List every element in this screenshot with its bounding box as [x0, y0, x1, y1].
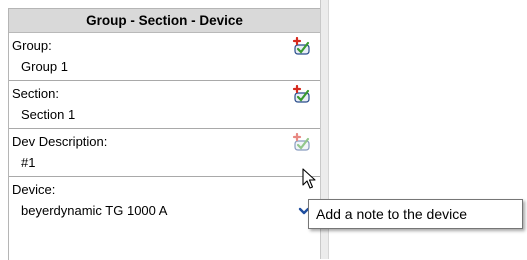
add-note-icon[interactable] — [292, 37, 312, 57]
dev-description-field: Dev Description: #1 — [9, 129, 320, 177]
device-field: Device: beyerdynamic TG 1000 A — [9, 177, 320, 225]
add-note-icon[interactable] — [292, 85, 312, 105]
section-label: Section: — [12, 86, 59, 101]
group-section-device-panel: Group - Section - Device Group: Group 1 … — [8, 8, 320, 260]
tooltip: Add a note to the device — [308, 199, 523, 229]
section-value[interactable]: Section 1 — [21, 107, 75, 122]
section-field: Section: Section 1 — [9, 81, 320, 129]
group-value[interactable]: Group 1 — [21, 59, 68, 74]
dev-description-value[interactable]: #1 — [21, 155, 35, 170]
panel-header: Group - Section - Device — [9, 9, 320, 33]
add-note-icon[interactable] — [292, 133, 312, 153]
dev-description-label: Dev Description: — [12, 134, 108, 149]
device-select[interactable]: beyerdynamic TG 1000 A — [21, 203, 167, 218]
group-label: Group: — [12, 38, 52, 53]
group-field: Group: Group 1 — [9, 33, 320, 81]
device-label: Device: — [12, 182, 56, 197]
